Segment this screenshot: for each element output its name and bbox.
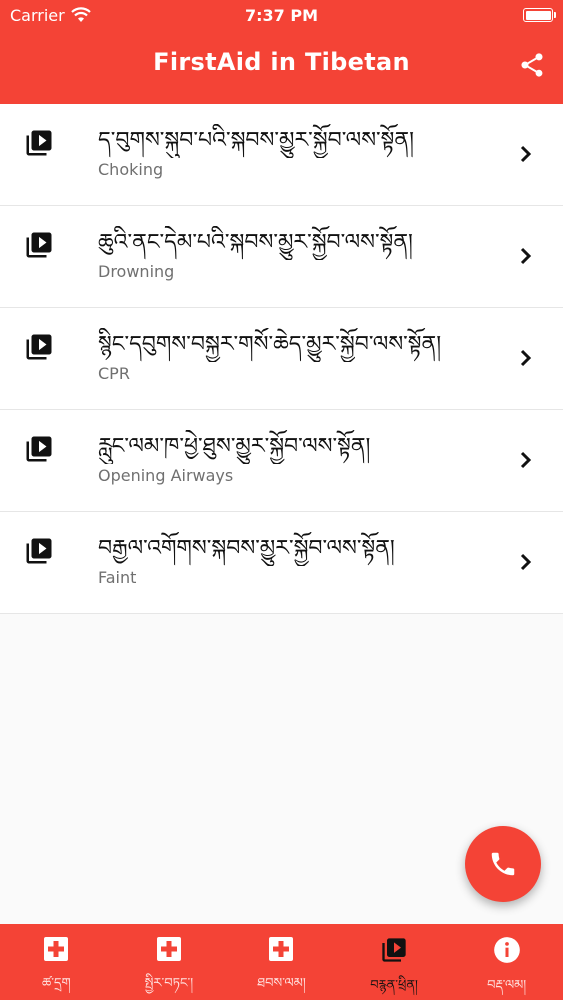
chevron-right-icon <box>520 145 532 163</box>
share-icon <box>521 53 543 77</box>
nav-label: བརྙན་ཕྲིན། <box>370 978 418 993</box>
nav-item-5[interactable]: བརྡ་ལམ། <box>450 924 563 1000</box>
video-subtitle: CPR <box>98 364 130 383</box>
first-aid-icon <box>267 936 295 962</box>
status-bar: Carrier 7:37 PM <box>0 0 563 30</box>
nav-label: ཐབས་ལམ། <box>257 976 306 991</box>
list-item[interactable]: ཆུའི་ནང་དེམ་པའི་སྐབས་མྱུར་སྐྱོབ་ལས་སྟོན།… <box>0 206 563 308</box>
video-title: ཆུའི་ནང་དེམ་པའི་སྐབས་མྱུར་སྐྱོབ་ལས་སྟོན། <box>98 230 413 255</box>
nav-item-4[interactable]: བརྙན་ཕྲིན། <box>338 924 451 1000</box>
page-title: FirstAid in Tibetan <box>153 48 410 76</box>
carrier-group: Carrier <box>10 6 91 25</box>
list-item[interactable]: བརྒྱལ་འགོགས་སྐབས་མྱུར་སྐྱོབ་ལས་སྟོན། Fai… <box>0 512 563 614</box>
chevron-right-icon <box>520 349 532 367</box>
chevron-right-icon <box>520 247 532 265</box>
phone-icon <box>491 852 515 876</box>
wifi-icon <box>70 7 91 22</box>
nav-label: ཚ་དྲག <box>41 976 71 991</box>
video-subtitle: Opening Airways <box>98 466 234 485</box>
video-library-icon <box>26 436 52 462</box>
video-title: བརྒྱལ་འགོགས་སྐབས་མྱུར་སྐྱོབ་ལས་སྟོན། <box>98 536 395 561</box>
carrier-label: Carrier <box>10 5 65 25</box>
video-subtitle: Faint <box>98 568 137 587</box>
video-library-icon <box>380 936 408 964</box>
nav-label: བརྡ་ལམ། <box>487 978 527 993</box>
video-library-icon <box>26 232 52 258</box>
video-library-icon <box>26 538 52 564</box>
share-button[interactable] <box>517 50 547 80</box>
video-title: ད་བུགས་སྐུབ་པའི་སྐབས་མྱུར་སྐྱོབ་ལས་སྟོན། <box>98 128 414 153</box>
first-aid-icon <box>42 936 70 962</box>
nav-item-2[interactable]: སྤྱིར་བཏང་། <box>113 924 226 1000</box>
chevron-right-icon <box>520 553 532 571</box>
list-item[interactable]: རླུང་ལམ་ཁ་ཕྱེ་ཐུས་མྱུར་སྐྱོབ་ལས་སྟོན། Op… <box>0 410 563 512</box>
video-list: ད་བུགས་སྐུབ་པའི་སྐབས་མྱུར་སྐྱོབ་ལས་སྟོན།… <box>0 104 563 614</box>
app-bar: Carrier 7:37 PM FirstAid in Tibetan <box>0 0 563 104</box>
nav-item-1[interactable]: ཚ་དྲག <box>0 924 113 1000</box>
video-library-icon <box>26 130 52 156</box>
video-library-icon <box>26 334 52 360</box>
nav-item-3[interactable]: ཐབས་ལམ། <box>225 924 338 1000</box>
battery-icon <box>523 8 556 22</box>
video-title: རླུང་ལམ་ཁ་ཕྱེ་ཐུས་མྱུར་སྐྱོབ་ལས་སྟོན། <box>98 434 371 459</box>
video-subtitle: Drowning <box>98 262 175 281</box>
bottom-nav: ཚ་དྲག སྤྱིར་བཏང་། ཐབས་ལམ། བརྙན་ཕྲིན། བརྡ… <box>0 924 563 1000</box>
call-button[interactable] <box>465 826 541 902</box>
first-aid-icon <box>155 936 183 962</box>
video-title: སྙིང་དབུགས་བསྐྱར་གསོ་ཆེད་མྱུར་སྐྱོབ་ལས་ས… <box>98 332 442 357</box>
video-subtitle: Choking <box>98 160 164 179</box>
nav-label: སྤྱིར་བཏང་། <box>144 976 194 991</box>
list-item[interactable]: སྙིང་དབུགས་བསྐྱར་གསོ་ཆེད་མྱུར་སྐྱོབ་ལས་ས… <box>0 308 563 410</box>
list-item[interactable]: ད་བུགས་སྐུབ་པའི་སྐབས་མྱུར་སྐྱོབ་ལས་སྟོན།… <box>0 104 563 206</box>
chevron-right-icon <box>520 451 532 469</box>
info-icon <box>493 936 521 964</box>
